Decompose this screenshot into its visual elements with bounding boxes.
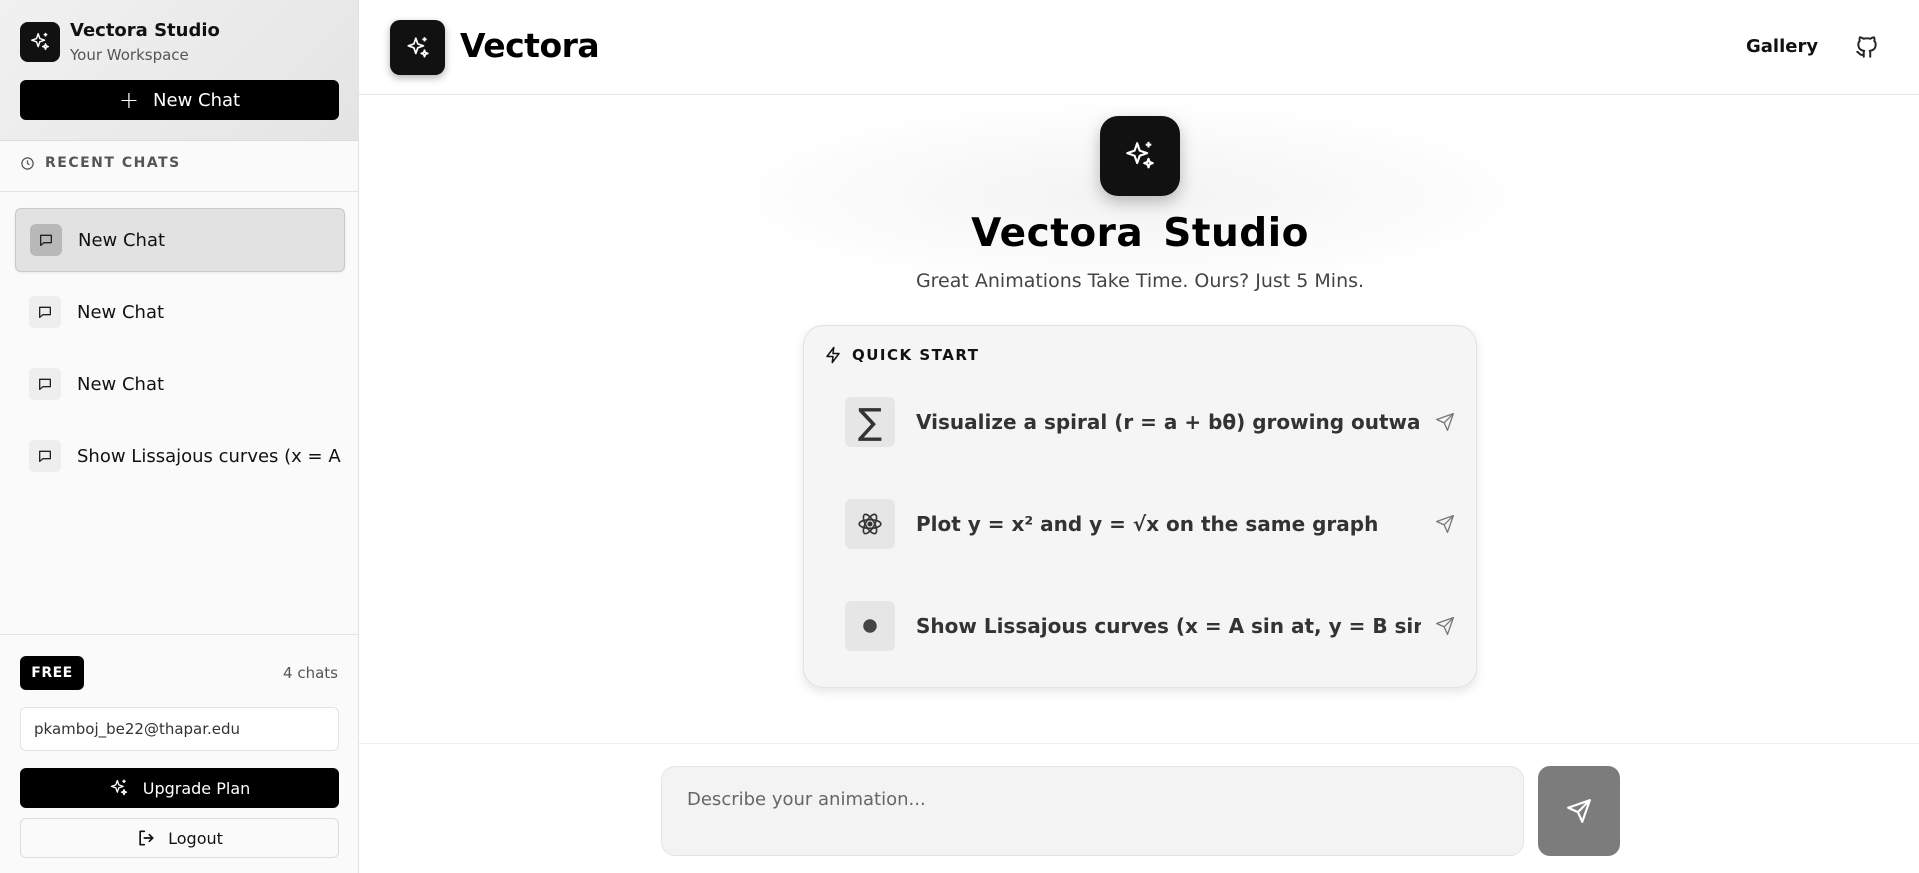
recent-chats-heading: RECENT CHATS xyxy=(45,155,181,171)
atom-icon xyxy=(845,499,895,549)
quick-start-card: QUICK START ∑ Visualize a spiral (r = a … xyxy=(803,325,1477,688)
chat-bubble-icon xyxy=(29,368,61,400)
send-icon xyxy=(1436,515,1454,533)
chat-item-label: Show Lissajous curves (x = A sin at, y =… xyxy=(77,445,345,467)
quick-start-item[interactable]: Plot y = x² and y = √x on the same graph xyxy=(845,498,1455,550)
new-chat-label: New Chat xyxy=(153,89,241,111)
send-button[interactable] xyxy=(1538,766,1620,856)
dot-icon xyxy=(845,601,895,651)
quick-start-item-label: Plot y = x² and y = √x on the same graph xyxy=(916,512,1379,536)
brand-logo[interactable] xyxy=(390,20,445,75)
quick-start-heading: QUICK START xyxy=(852,346,980,364)
sidebar-workspace-panel: Vectora Studio Your Workspace + New Chat xyxy=(0,0,358,141)
sparkles-icon xyxy=(406,36,429,58)
sparkles-icon xyxy=(31,32,49,51)
workspace-name: Vectora Studio xyxy=(70,20,220,41)
sparkles-icon xyxy=(1126,141,1154,169)
composer xyxy=(359,743,1919,873)
gallery-link[interactable]: Gallery xyxy=(1746,36,1818,57)
chat-item-label: New Chat xyxy=(77,373,165,395)
quick-start-item-label: Visualize a spiral (r = a + bθ) growing … xyxy=(916,410,1421,434)
clock-icon xyxy=(21,156,34,170)
top-header: Vectora Gallery xyxy=(359,0,1919,95)
lightning-icon xyxy=(826,346,840,364)
quick-start-item-label: Show Lissajous curves (x = A sin at, y =… xyxy=(916,614,1421,638)
chat-count: 4 chats xyxy=(283,664,338,682)
quick-start-header: QUICK START xyxy=(824,346,979,364)
sparkles-icon xyxy=(110,779,127,796)
chat-item[interactable]: Show Lissajous curves (x = A sin at, y =… xyxy=(15,424,345,488)
sidebar: Vectora Studio Your Workspace + New Chat… xyxy=(0,0,359,873)
logout-button[interactable]: Logout xyxy=(20,818,339,858)
chat-bubble-icon xyxy=(29,296,61,328)
sigma-icon: ∑ xyxy=(845,397,895,447)
workspace-logo xyxy=(20,22,60,62)
chat-item-label: New Chat xyxy=(78,229,166,251)
logout-label: Logout xyxy=(168,828,223,848)
account-panel: FREE 4 chats pkamboj_be22@thapar.edu Upg… xyxy=(0,634,358,873)
quick-start-item[interactable]: ∑ Visualize a spiral (r = a + bθ) growin… xyxy=(845,396,1455,448)
workspace-subtitle: Your Workspace xyxy=(70,46,189,64)
brand-name[interactable]: Vectora xyxy=(460,26,600,65)
hero-subtitle: Great Animations Take Time. Ours? Just 5… xyxy=(915,270,1365,292)
upgrade-plan-label: Upgrade Plan xyxy=(142,778,251,798)
send-icon xyxy=(1567,799,1591,823)
chat-item[interactable]: New Chat xyxy=(15,352,345,416)
email-field: pkamboj_be22@thapar.edu xyxy=(20,707,339,751)
github-icon[interactable] xyxy=(1854,34,1880,60)
plan-badge: FREE xyxy=(20,656,84,690)
send-icon xyxy=(1436,617,1454,635)
plus-icon: + xyxy=(118,86,140,114)
hero-logo xyxy=(1100,116,1180,196)
chat-item[interactable]: New Chat xyxy=(15,280,345,344)
send-icon xyxy=(1436,413,1454,431)
chat-item-label: New Chat xyxy=(77,301,165,323)
upgrade-plan-button[interactable]: Upgrade Plan xyxy=(20,768,339,808)
main-content: Vectora Studio Great Animations Take Tim… xyxy=(359,96,1919,743)
logout-icon xyxy=(139,830,154,846)
new-chat-button[interactable]: + New Chat xyxy=(20,80,339,120)
hero-title: Vectora Studio xyxy=(971,211,1309,256)
chat-bubble-icon xyxy=(30,224,62,256)
chat-item[interactable]: New Chat xyxy=(15,208,345,272)
recent-chats-header: RECENT CHATS xyxy=(20,155,181,171)
quick-start-item[interactable]: Show Lissajous curves (x = A sin at, y =… xyxy=(845,600,1455,652)
prompt-input[interactable] xyxy=(661,766,1524,856)
divider xyxy=(0,191,358,192)
chat-bubble-icon xyxy=(29,440,61,472)
